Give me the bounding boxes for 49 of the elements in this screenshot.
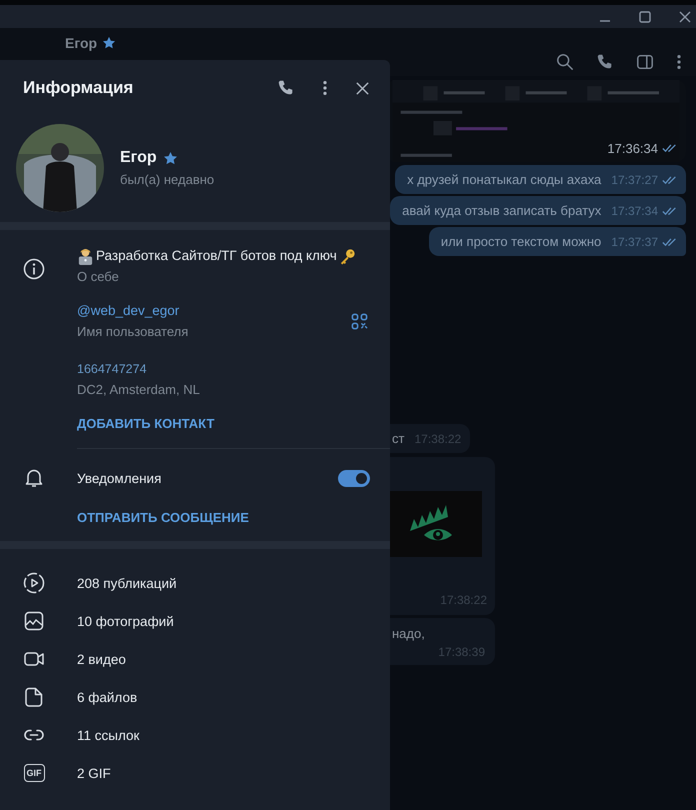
message-text: или просто текстом можно (440, 234, 602, 249)
close-icon[interactable] (355, 80, 370, 96)
add-contact-link[interactable]: ДОБАВИТЬ КОНТАКТ (77, 416, 214, 431)
panel-title: Информация (23, 78, 134, 98)
phone-icon[interactable] (277, 79, 295, 97)
key-icon (338, 248, 356, 264)
profile-name: Егор (120, 149, 157, 167)
username-link[interactable]: @web_dev_egor (77, 303, 180, 318)
more-icon[interactable] (322, 79, 328, 97)
message-text: авай куда отзыв записать братух (402, 203, 602, 218)
info-label: Имя пользователя (77, 323, 188, 341)
sidebar-icon[interactable] (636, 53, 654, 71)
info-label: О себе (77, 268, 120, 286)
message-time: 17:37:37 (611, 235, 658, 249)
media-item[interactable]: 208 публикаций (0, 564, 390, 602)
message-text: надо, (392, 626, 425, 641)
maximize-icon[interactable] (639, 10, 651, 22)
info-icon (23, 258, 45, 280)
gif-icon: GIF (24, 764, 44, 782)
image-icon (23, 610, 45, 632)
person-laptop-icon (77, 248, 94, 264)
message-time: 17:37:34 (611, 204, 658, 218)
phone-icon[interactable] (596, 53, 614, 71)
user-id: 1664747274 (77, 361, 148, 378)
media-item[interactable]: 10 фотографий (0, 602, 390, 640)
bell-icon (23, 467, 45, 489)
star-icon (162, 150, 178, 166)
media-item[interactable]: 11 ссылок (0, 716, 390, 754)
notifications-label: Уведомления (77, 470, 162, 486)
message-time: 17:36:34 (607, 141, 658, 156)
media-item[interactable]: 2 видео (0, 640, 390, 678)
search-icon[interactable] (556, 53, 574, 71)
info-label: DC2, Amsterdam, NL (77, 381, 200, 399)
star-icon (102, 36, 116, 50)
media-item[interactable]: 6 файлов (0, 678, 390, 716)
dashed-play-icon (23, 572, 45, 594)
message-text: ст (392, 431, 404, 446)
more-icon[interactable] (676, 53, 682, 71)
message-text: х друзей понатыкал сюды ахаха (407, 172, 602, 187)
message-time: 17:37:27 (611, 173, 658, 187)
media-item[interactable]: GIF 2 GIF (0, 754, 390, 792)
close-icon[interactable] (679, 10, 691, 22)
status-text: был(а) недавно (120, 172, 214, 187)
qr-code-icon[interactable] (351, 313, 368, 330)
file-icon (23, 686, 45, 708)
bio-text: Разработка Сайтов/ТГ ботов под ключ (96, 247, 337, 265)
chat-title: Егор (65, 35, 98, 51)
send-message-link[interactable]: ОТПРАВИТЬ СООБЩЕНИЕ (77, 510, 249, 525)
notifications-toggle[interactable] (338, 470, 370, 486)
